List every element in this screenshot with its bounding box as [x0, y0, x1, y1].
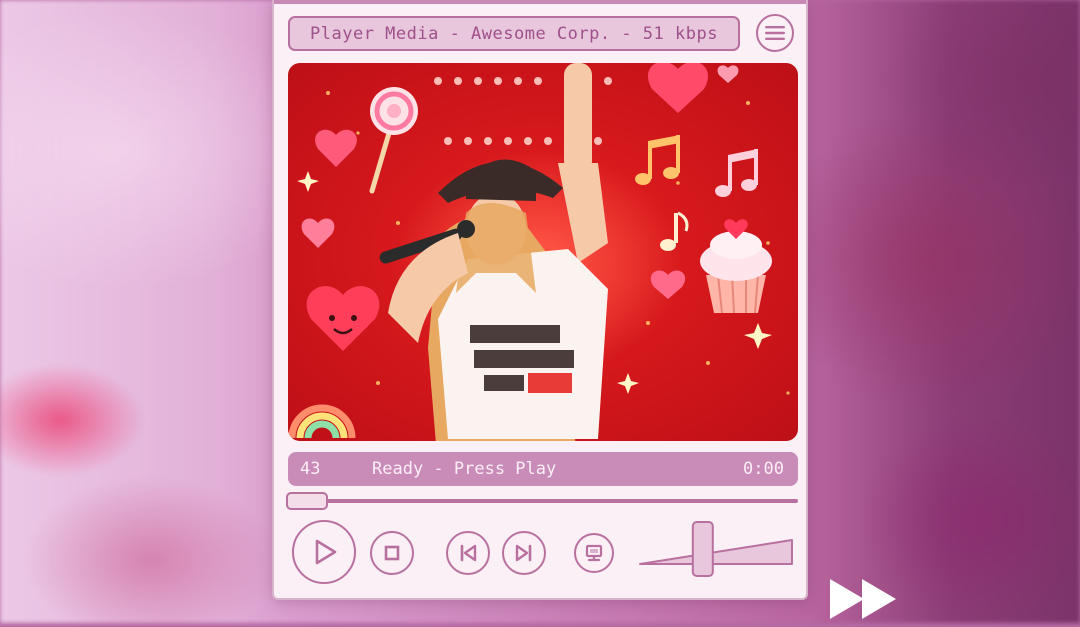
window-top-edge: [274, 0, 806, 4]
title-bar: Player Media - Awesome Corp. - 51 kbps: [288, 16, 740, 51]
play-button[interactable]: [292, 520, 356, 584]
monitor-icon: [585, 544, 603, 562]
volume-thumb: [691, 521, 714, 577]
stop-icon: [384, 545, 400, 561]
seek-bar-track[interactable]: [288, 499, 798, 503]
track-number: 43: [300, 459, 321, 479]
volume-control[interactable]: [638, 520, 796, 580]
status-message: Ready - Press Play: [372, 459, 557, 479]
artwork-illustration: [288, 63, 790, 441]
stop-button[interactable]: [370, 531, 414, 575]
window-title: Player Media - Awesome Corp. - 51 kbps: [310, 23, 718, 44]
next-button[interactable]: [502, 531, 546, 575]
play-icon: [315, 539, 337, 565]
hamburger-menu-icon: [765, 26, 785, 40]
fast-forward-icon: [830, 579, 896, 619]
skip-next-icon: [515, 544, 532, 562]
volume-ramp: [639, 539, 793, 565]
volume-slider[interactable]: [638, 520, 796, 580]
display-mode-button[interactable]: [574, 533, 614, 573]
status-bar: 43 Ready - Press Play 0:00: [288, 452, 798, 486]
seek-bar-thumb[interactable]: [286, 492, 328, 510]
elapsed-time: 0:00: [743, 459, 784, 479]
skip-previous-icon: [460, 544, 477, 562]
media-player-window: Player Media - Awesome Corp. - 51 kbps 4…: [272, 0, 808, 600]
previous-button[interactable]: [446, 531, 490, 575]
fast-forward-overlay: [828, 575, 900, 623]
menu-button[interactable]: [756, 14, 794, 52]
album-artwork: [288, 63, 798, 441]
